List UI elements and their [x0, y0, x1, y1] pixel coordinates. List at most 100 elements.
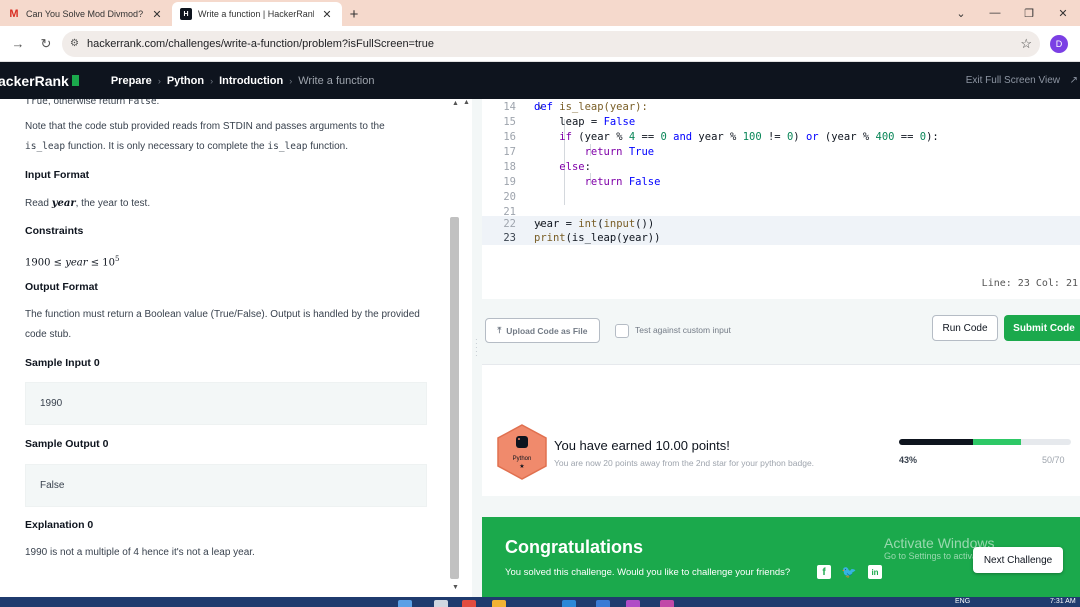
window-controls: ⌄ — ❐ ✕: [944, 0, 1080, 26]
next-challenge-button[interactable]: Next Challenge: [973, 547, 1063, 573]
hackerrank-logo[interactable]: ackerRank: [0, 73, 79, 89]
taskbar-app-icon[interactable]: [626, 600, 640, 607]
constraint-exponent: 5: [115, 255, 120, 263]
code-line-17[interactable]: 17 return True: [482, 144, 1080, 159]
browser-tab-hackerrank[interactable]: H Write a function | HackerRank ✕: [172, 2, 342, 26]
number: 400: [875, 130, 895, 143]
points-away-text: You are now 20 points away from the 2nd …: [554, 458, 815, 468]
exit-full-screen-link[interactable]: Exit Full Screen View: [966, 75, 1060, 86]
code-text: leap =: [559, 115, 604, 128]
taskbar-app-icon[interactable]: [660, 600, 674, 607]
url-field[interactable]: ⚙ hackerrank.com/challenges/write-a-func…: [62, 30, 1040, 57]
facebook-icon[interactable]: f: [817, 565, 831, 579]
progress-points: 50/70: [1042, 455, 1065, 465]
restore-icon[interactable]: ❐: [1012, 0, 1046, 26]
breadcrumb-introduction[interactable]: Introduction: [219, 75, 283, 87]
taskbar-app-icon[interactable]: [562, 600, 576, 607]
keyword: False: [622, 175, 661, 188]
fold-chevron-icon[interactable]: ∨: [538, 102, 543, 111]
code-text: print(is_leap(year)): [534, 232, 660, 244]
taskbar-app-icon[interactable]: [462, 600, 476, 607]
input-var: year: [51, 198, 76, 209]
scrollbar-thumb[interactable]: [450, 217, 459, 579]
input-format-heading: Input Format: [25, 169, 90, 181]
code-line-16[interactable]: 16 if (year % 4 == 0 and year % 100 != 0…: [482, 129, 1080, 144]
close-window-icon[interactable]: ✕: [1046, 0, 1080, 26]
tab-title: Write a function | HackerRank: [198, 9, 314, 19]
reload-icon[interactable]: ↻: [34, 32, 58, 56]
forward-arrow-icon[interactable]: →: [6, 32, 30, 56]
progress-percent: 43%: [899, 455, 918, 465]
code-editor[interactable]: 14 def is_leap(year): ∨ 15 leap = False …: [482, 99, 1080, 299]
site-settings-icon[interactable]: ⚙: [70, 38, 79, 49]
drag-handle-icon[interactable]: · · · · ·: [475, 336, 478, 360]
scroll-down-icon[interactable]: ▼: [452, 584, 459, 591]
exit-fullscreen-icon[interactable]: ↗: [1070, 75, 1078, 86]
breadcrumb-python[interactable]: Python: [167, 75, 204, 87]
code-text: return False: [534, 175, 661, 188]
run-code-button[interactable]: Run Code: [932, 315, 998, 341]
breadcrumb: Prepare › Python › Introduction › Write …: [111, 75, 375, 87]
scroll-up-icon[interactable]: ▲: [463, 99, 470, 106]
code-line-20[interactable]: 20: [482, 189, 1080, 204]
keyword: return: [584, 175, 623, 188]
keyword: else: [559, 160, 585, 173]
fold-chevron-icon[interactable]: ∨: [538, 219, 543, 228]
problem-scrollbar[interactable]: ▲ ▼: [449, 99, 461, 597]
hackerrank-top-nav: ackerRank Prepare › Python › Introductio…: [0, 62, 1080, 99]
bookmark-star-icon[interactable]: ☆: [1020, 36, 1032, 52]
start-windows-icon[interactable]: [398, 600, 412, 607]
intro-period: .: [156, 99, 160, 107]
note-text: function.: [307, 141, 349, 152]
close-icon[interactable]: ✕: [320, 8, 334, 21]
twitter-icon[interactable]: 🐦: [842, 565, 857, 579]
line-number: 18: [503, 160, 516, 173]
input-text: Read: [25, 198, 52, 209]
code-text: leap = False: [534, 116, 635, 128]
taskbar-app-icon[interactable]: [434, 600, 448, 607]
svg-text:★: ★: [519, 463, 524, 470]
browser-tab-gmail[interactable]: M Can You Solve Mod Divmod? - ✕: [0, 2, 172, 26]
code-line-14[interactable]: 14 def is_leap(year):: [482, 99, 1080, 114]
language-indicator[interactable]: ENG: [955, 598, 970, 605]
keyword: return: [584, 145, 623, 158]
function-name: input: [603, 217, 636, 230]
code-line-22[interactable]: 22 year = int(input()): [482, 216, 1080, 231]
function-name: print: [534, 231, 566, 244]
close-icon[interactable]: ✕: [150, 8, 164, 21]
code-line-18[interactable]: 18 else:: [482, 159, 1080, 174]
submit-code-button[interactable]: Submit Code: [1004, 315, 1080, 341]
taskbar-clock[interactable]: 7:31 AM: [1050, 598, 1076, 605]
breadcrumb-prepare[interactable]: Prepare: [111, 75, 152, 87]
chevron-right-icon: ›: [157, 75, 161, 86]
taskbar-app-icon[interactable]: [492, 600, 506, 607]
code-text: :: [584, 160, 591, 173]
code-true: True: [25, 99, 48, 107]
code-false: False: [127, 99, 157, 107]
code-line-19[interactable]: 19 return False: [482, 174, 1080, 189]
gmail-icon: M: [9, 8, 19, 20]
chevron-right-icon: ›: [210, 75, 214, 86]
code-text: (year %: [818, 130, 876, 143]
code-line-23[interactable]: 23 print(is_leap(year)): [482, 230, 1080, 245]
custom-input-label[interactable]: Test against custom input: [635, 325, 731, 335]
chevron-down-icon[interactable]: ⌄: [944, 0, 978, 26]
linkedin-icon[interactable]: in: [868, 565, 882, 579]
sample-input-heading: Sample Input 0: [25, 357, 100, 369]
code-text: ()): [635, 217, 655, 230]
scroll-up-icon[interactable]: ▲: [452, 100, 459, 107]
congratulations-subtitle: You solved this challenge. Would you lik…: [505, 567, 791, 578]
progress-fill-gained: [972, 439, 1022, 445]
code-line-15[interactable]: 15 leap = False: [482, 114, 1080, 129]
new-tab-plus-icon[interactable]: +: [342, 2, 366, 26]
badge-label: Python: [513, 456, 532, 462]
points-earned-text: You have earned 10.00 points!: [554, 438, 730, 453]
editor-action-bar: ⤒ Upload Code as File Test against custo…: [482, 299, 1080, 361]
constraints-heading: Constraints: [25, 225, 84, 237]
custom-input-checkbox[interactable]: [615, 324, 629, 338]
profile-avatar[interactable]: D: [1050, 34, 1068, 53]
badge-progress-bar: [899, 439, 1071, 445]
minimize-icon[interactable]: —: [978, 0, 1012, 26]
upload-code-button[interactable]: ⤒ Upload Code as File: [485, 318, 600, 343]
taskbar-app-icon[interactable]: [596, 600, 610, 607]
